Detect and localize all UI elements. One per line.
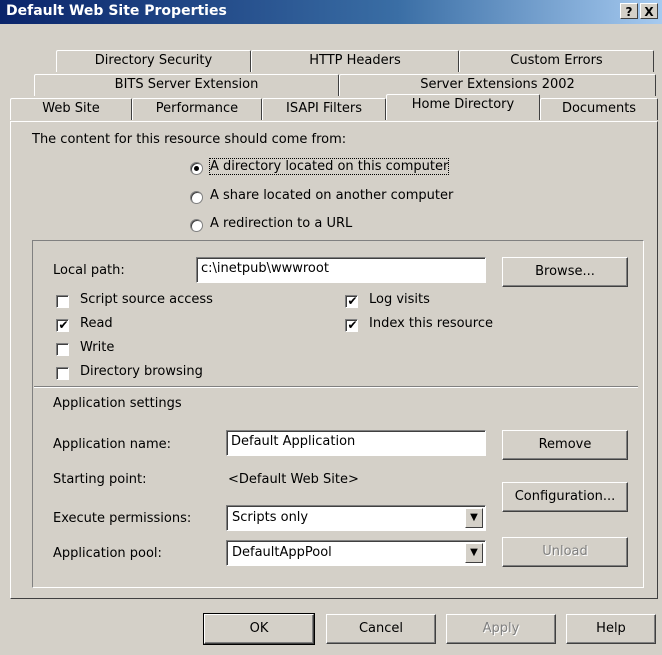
checkbox-index-resource[interactable]: ✔ — [345, 318, 358, 332]
tab-performance[interactable]: Performance — [132, 98, 262, 120]
index-resource-label[interactable]: Index this resource — [369, 316, 493, 331]
tab-directory-security[interactable]: Directory Security — [56, 50, 251, 72]
application-settings-heading: Application settings — [53, 396, 182, 411]
check-mark-icon: ✔ — [347, 318, 358, 332]
cancel-button[interactable]: Cancel — [326, 614, 436, 644]
application-name-input[interactable]: Default Application — [226, 430, 486, 456]
tab-documents[interactable]: Documents — [540, 98, 658, 120]
tab-bits-server-extension[interactable]: BITS Server Extension — [34, 74, 339, 96]
tab-custom-errors[interactable]: Custom Errors — [459, 50, 654, 72]
checkbox-write[interactable] — [56, 343, 69, 356]
check-mark-icon: ✔ — [58, 318, 69, 332]
application-pool-label: Application pool: — [53, 546, 162, 561]
close-icon[interactable]: X — [640, 3, 658, 19]
local-path-label: Local path: — [53, 263, 125, 278]
help-icon[interactable]: ? — [620, 3, 638, 19]
ok-button[interactable]: OK — [203, 613, 315, 645]
log-visits-label[interactable]: Log visits — [369, 292, 430, 307]
check-mark-icon: ✔ — [347, 294, 358, 308]
tab-isapi-filters[interactable]: ISAPI Filters — [262, 98, 386, 120]
application-pool-select[interactable]: DefaultAppPool ▼ — [226, 540, 486, 566]
window-title: Default Web Site Properties — [6, 3, 227, 19]
separator — [34, 386, 638, 388]
browse-button[interactable]: Browse... — [502, 257, 628, 287]
tab-http-headers[interactable]: HTTP Headers — [251, 50, 459, 72]
local-path-input[interactable]: c:\inetpub\wwwroot — [196, 257, 486, 283]
starting-point-value: <Default Web Site> — [228, 472, 359, 487]
dropdown-arrow-icon[interactable]: ▼ — [465, 508, 483, 528]
help-button[interactable]: Help — [566, 614, 656, 644]
execute-permissions-value: Scripts only — [232, 510, 309, 525]
application-pool-value: DefaultAppPool — [232, 545, 332, 560]
execute-permissions-select[interactable]: Scripts only ▼ — [226, 505, 486, 531]
apply-button[interactable]: Apply — [446, 614, 556, 644]
directory-browsing-label[interactable]: Directory browsing — [80, 364, 203, 379]
checkbox-script-source-access[interactable] — [56, 295, 69, 308]
configuration-button[interactable]: Configuration... — [502, 482, 628, 512]
checkbox-log-visits[interactable]: ✔ — [345, 294, 358, 308]
starting-point-label: Starting point: — [53, 472, 147, 487]
application-name-label: Application name: — [53, 437, 172, 452]
tab-home-directory[interactable]: Home Directory — [386, 94, 540, 120]
tab-web-site[interactable]: Web Site — [10, 98, 132, 120]
radio-local-directory-label[interactable]: A directory located on this computer — [208, 158, 450, 175]
execute-permissions-label: Execute permissions: — [53, 511, 192, 526]
checkbox-directory-browsing[interactable] — [56, 367, 69, 380]
checkbox-read[interactable]: ✔ — [56, 318, 69, 332]
read-label[interactable]: Read — [80, 316, 113, 331]
dropdown-arrow-icon[interactable]: ▼ — [465, 543, 483, 563]
write-label[interactable]: Write — [80, 340, 114, 355]
remove-button[interactable]: Remove — [502, 430, 628, 460]
radio-network-share-label[interactable]: A share located on another computer — [210, 188, 453, 203]
content-source-label: The content for this resource should com… — [32, 132, 347, 147]
radio-local-directory[interactable] — [190, 162, 203, 175]
radio-network-share[interactable] — [190, 191, 203, 204]
radio-url-redirection[interactable] — [190, 219, 203, 232]
script-source-access-label[interactable]: Script source access — [80, 292, 213, 307]
unload-button[interactable]: Unload — [502, 537, 628, 567]
radio-url-redirection-label[interactable]: A redirection to a URL — [210, 216, 352, 231]
tab-server-extensions-2002[interactable]: Server Extensions 2002 — [339, 74, 656, 96]
